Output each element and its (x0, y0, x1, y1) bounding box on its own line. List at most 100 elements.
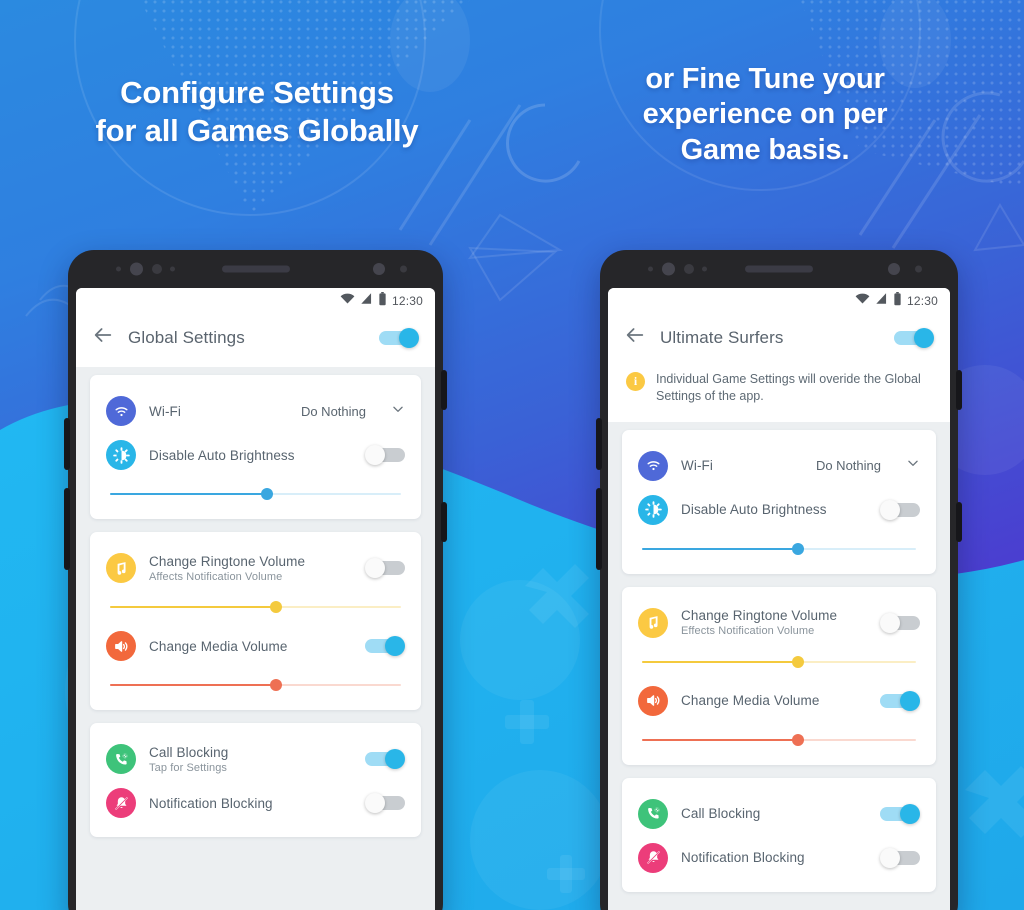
chevron-down-icon[interactable] (391, 402, 405, 421)
master-toggle[interactable] (894, 327, 934, 348)
back-arrow-icon[interactable] (624, 324, 646, 351)
phone-volume-up-button[interactable] (64, 418, 70, 470)
settings-card: Wi-Fi Do Nothing Disable Auto Brightness (622, 429, 936, 574)
slider-fill (110, 493, 268, 495)
phone-volume-down-button[interactable] (64, 488, 70, 570)
speaker-icon (106, 631, 136, 661)
row-value[interactable]: Do Nothing (301, 404, 366, 419)
row-title: Change Media Volume (681, 693, 820, 708)
call-block-icon (638, 798, 668, 829)
row-labels: Call Blocking (681, 806, 867, 821)
settings-row[interactable]: Disable Auto Brightness (622, 488, 936, 532)
row-toggle[interactable] (365, 749, 405, 769)
slider-thumb[interactable] (269, 679, 282, 691)
row-title: Call Blocking (681, 806, 761, 821)
info-icon (626, 372, 645, 391)
settings-row[interactable]: Change Ringtone Volume Effects Notificati… (622, 601, 936, 645)
brightness-slider[interactable] (110, 483, 401, 505)
brightness-icon (106, 440, 136, 470)
row-toggle[interactable] (365, 636, 405, 656)
phone-power-button[interactable] (956, 370, 962, 410)
settings-card-list: Wi-Fi Do Nothing Disable Auto Brightness (608, 422, 950, 892)
slider-fill (642, 660, 799, 663)
ringtone-slider[interactable] (642, 651, 916, 673)
row-toggle[interactable] (880, 803, 920, 824)
row-toggle[interactable] (365, 558, 405, 578)
brightness-icon (638, 494, 668, 525)
phone-power-button[interactable] (441, 370, 447, 410)
row-labels: Disable Auto Brightness (681, 502, 867, 517)
phone-volume-down-button[interactable] (596, 488, 602, 570)
row-subtitle: Tap for Settings (149, 761, 228, 774)
back-arrow-icon[interactable] (92, 324, 114, 351)
toggle-knob (365, 445, 385, 465)
settings-row[interactable]: Notification Blocking (90, 781, 421, 825)
slider-fill (642, 547, 799, 550)
settings-row[interactable]: Change Ringtone Volume Affects Notificati… (90, 546, 421, 590)
battery-status-icon (893, 291, 902, 311)
slider-fill (110, 606, 276, 608)
status-bar: 12:30 (76, 288, 435, 314)
row-labels: Change Media Volume (681, 693, 867, 708)
status-bar-time: 12:30 (391, 294, 423, 308)
row-title: Change Media Volume (149, 638, 288, 654)
row-toggle[interactable] (880, 499, 920, 520)
headline-left-line2: for all Games Globally (95, 112, 419, 148)
slider-thumb[interactable] (261, 488, 274, 500)
toggle-knob (914, 327, 934, 348)
chevron-down-icon[interactable] (906, 456, 920, 475)
slider-thumb[interactable] (792, 542, 805, 555)
settings-card: Change Ringtone Volume Affects Notificati… (90, 532, 421, 710)
settings-row[interactable]: Call Blocking Tap for Settings (90, 737, 421, 781)
row-toggle[interactable] (365, 445, 405, 465)
phone-extra-button[interactable] (441, 502, 447, 542)
settings-row[interactable]: Wi-Fi Do Nothing (622, 444, 936, 488)
toggle-knob (880, 499, 900, 520)
ringtone-slider[interactable] (110, 596, 401, 618)
settings-row[interactable]: Change Media Volume (622, 679, 936, 723)
settings-card: Change Ringtone Volume Effects Notificati… (622, 586, 936, 765)
row-title: Wi-Fi (149, 403, 181, 419)
toggle-knob (385, 749, 405, 769)
slider-thumb[interactable] (269, 601, 282, 613)
slider-thumb[interactable] (792, 733, 805, 746)
master-toggle[interactable] (379, 327, 419, 348)
toggle-knob (399, 327, 419, 348)
row-title: Notification Blocking (681, 850, 805, 865)
row-title: Change Ringtone Volume (681, 608, 838, 623)
page-title: Ultimate Surfers (660, 327, 784, 347)
headline-right-line3: Game basis. (680, 133, 850, 166)
phone-extra-button[interactable] (956, 502, 962, 542)
music-note-icon (106, 553, 136, 583)
settings-row[interactable]: Call Blocking (622, 792, 936, 836)
brightness-slider[interactable] (642, 538, 916, 560)
speaker-icon (638, 685, 668, 716)
toggle-knob (880, 847, 900, 868)
row-toggle[interactable] (880, 690, 920, 711)
media-slider[interactable] (642, 729, 916, 751)
phone-mockup-ultimate-surfers: 12:30 Ultimate Surfers Individual Game S… (596, 250, 962, 910)
row-title: Disable Auto Brightness (149, 447, 295, 463)
settings-row[interactable]: Wi-Fi Do Nothing (90, 389, 421, 433)
slider-thumb[interactable] (792, 655, 805, 668)
settings-row[interactable]: Change Media Volume (90, 624, 421, 668)
row-labels: Notification Blocking (149, 796, 352, 811)
app-bar: Global Settings (76, 314, 435, 367)
headline-right-line2: experience on per (642, 98, 888, 131)
status-bar: 12:30 (608, 288, 950, 314)
settings-card: Call Blocking Notification Blocking (622, 777, 936, 892)
row-toggle[interactable] (365, 793, 405, 813)
row-value[interactable]: Do Nothing (816, 458, 881, 473)
row-title: Call Blocking (149, 744, 229, 760)
row-toggle[interactable] (880, 847, 920, 868)
signal-status-icon (360, 292, 373, 310)
notification-block-icon (638, 842, 668, 873)
row-toggle[interactable] (880, 612, 920, 633)
phone-volume-up-button[interactable] (596, 418, 602, 470)
phone-mockup-global-settings: 12:30 Global Settings Wi-Fi Do Nothing D… (64, 250, 447, 910)
settings-row[interactable]: Notification Blocking (622, 836, 936, 880)
notification-block-icon (106, 788, 136, 818)
row-labels: Change Ringtone Volume Effects Notificati… (681, 608, 867, 637)
media-slider[interactable] (110, 674, 401, 696)
settings-row[interactable]: Disable Auto Brightness (90, 433, 421, 477)
